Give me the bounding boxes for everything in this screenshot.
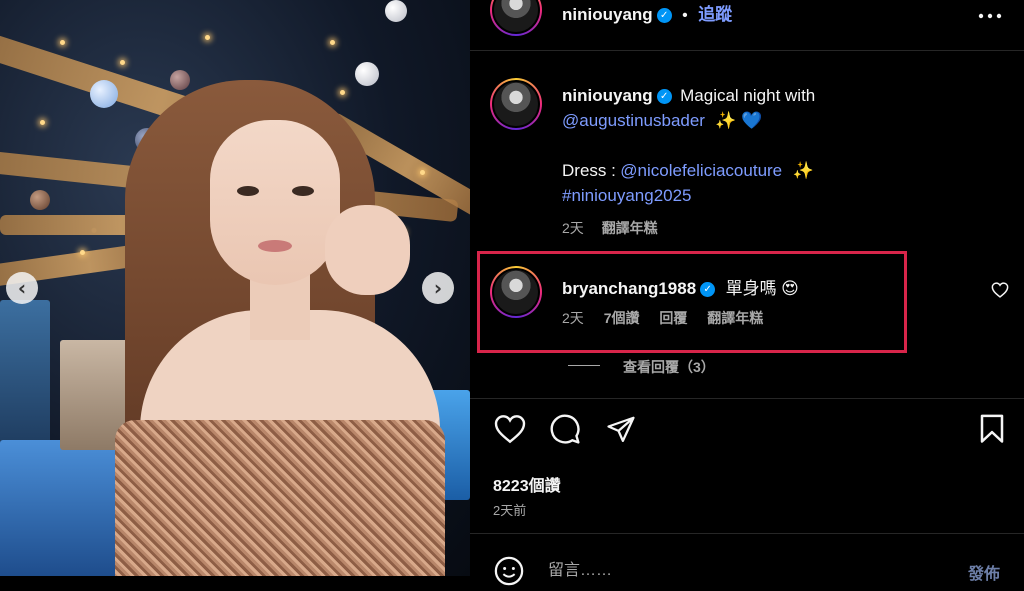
caption-time[interactable]: 2天	[562, 220, 584, 236]
replies-line	[568, 365, 600, 366]
post-time: 2天前	[493, 503, 527, 518]
follow-button[interactable]: 追蹤	[698, 5, 732, 24]
comment-bubble-icon[interactable]	[549, 413, 581, 450]
post-photo[interactable]: ‹ ›	[0, 0, 470, 576]
comment-input[interactable]	[546, 558, 930, 584]
translate-button[interactable]: 翻譯年糕	[602, 220, 658, 236]
post-comment-button[interactable]: 發佈	[968, 560, 1000, 584]
more-horizontal-icon[interactable]	[978, 6, 1002, 24]
caption-meta: 2天 翻譯年糕	[562, 218, 658, 238]
caption-username[interactable]: niniouyang	[562, 86, 653, 105]
previous-photo-button[interactable]: ‹	[6, 272, 38, 304]
save-bookmark-icon[interactable]	[978, 414, 1006, 449]
dress-label: Dress :	[562, 161, 616, 180]
share-paper-plane-icon[interactable]	[605, 414, 637, 449]
header-username[interactable]: niniouyang	[562, 5, 653, 24]
caption-line-4: #niniouyang2025	[562, 186, 692, 206]
post-header: niniouyang ✓ • 追蹤	[562, 0, 732, 25]
caption-line-3: Dress : @nicolefeliciacouture ✨	[562, 161, 814, 181]
header-avatar[interactable]	[490, 0, 542, 36]
hashtag-link[interactable]: #niniouyang2025	[562, 186, 692, 205]
caption-emoji: ✨	[792, 161, 814, 180]
verified-badge-icon: ✓	[656, 89, 672, 105]
caption-text: Magical night with	[680, 86, 816, 105]
caption-line-1: niniouyang ✓ Magical night with	[562, 86, 815, 106]
like-heart-icon[interactable]	[494, 414, 526, 449]
next-photo-button[interactable]: ›	[422, 272, 454, 304]
mention-link[interactable]: @nicolefeliciacouture	[620, 161, 782, 180]
comment-highlight-box	[477, 251, 907, 353]
likes-count[interactable]: 8223個讚	[493, 472, 561, 496]
emoji-smiley-icon[interactable]	[494, 556, 524, 591]
caption-emoji: ✨ 💙	[715, 111, 763, 130]
comment-like-heart-icon[interactable]	[991, 282, 1009, 303]
view-replies-button[interactable]: 查看回覆（3）	[623, 357, 715, 377]
mention-link[interactable]: @augustinusbader	[562, 111, 705, 130]
caption-avatar[interactable]	[490, 78, 542, 130]
caption-line-2: @augustinusbader ✨ 💙	[562, 111, 762, 131]
verified-badge-icon: ✓	[656, 8, 672, 24]
separator-dot: •	[682, 7, 688, 24]
